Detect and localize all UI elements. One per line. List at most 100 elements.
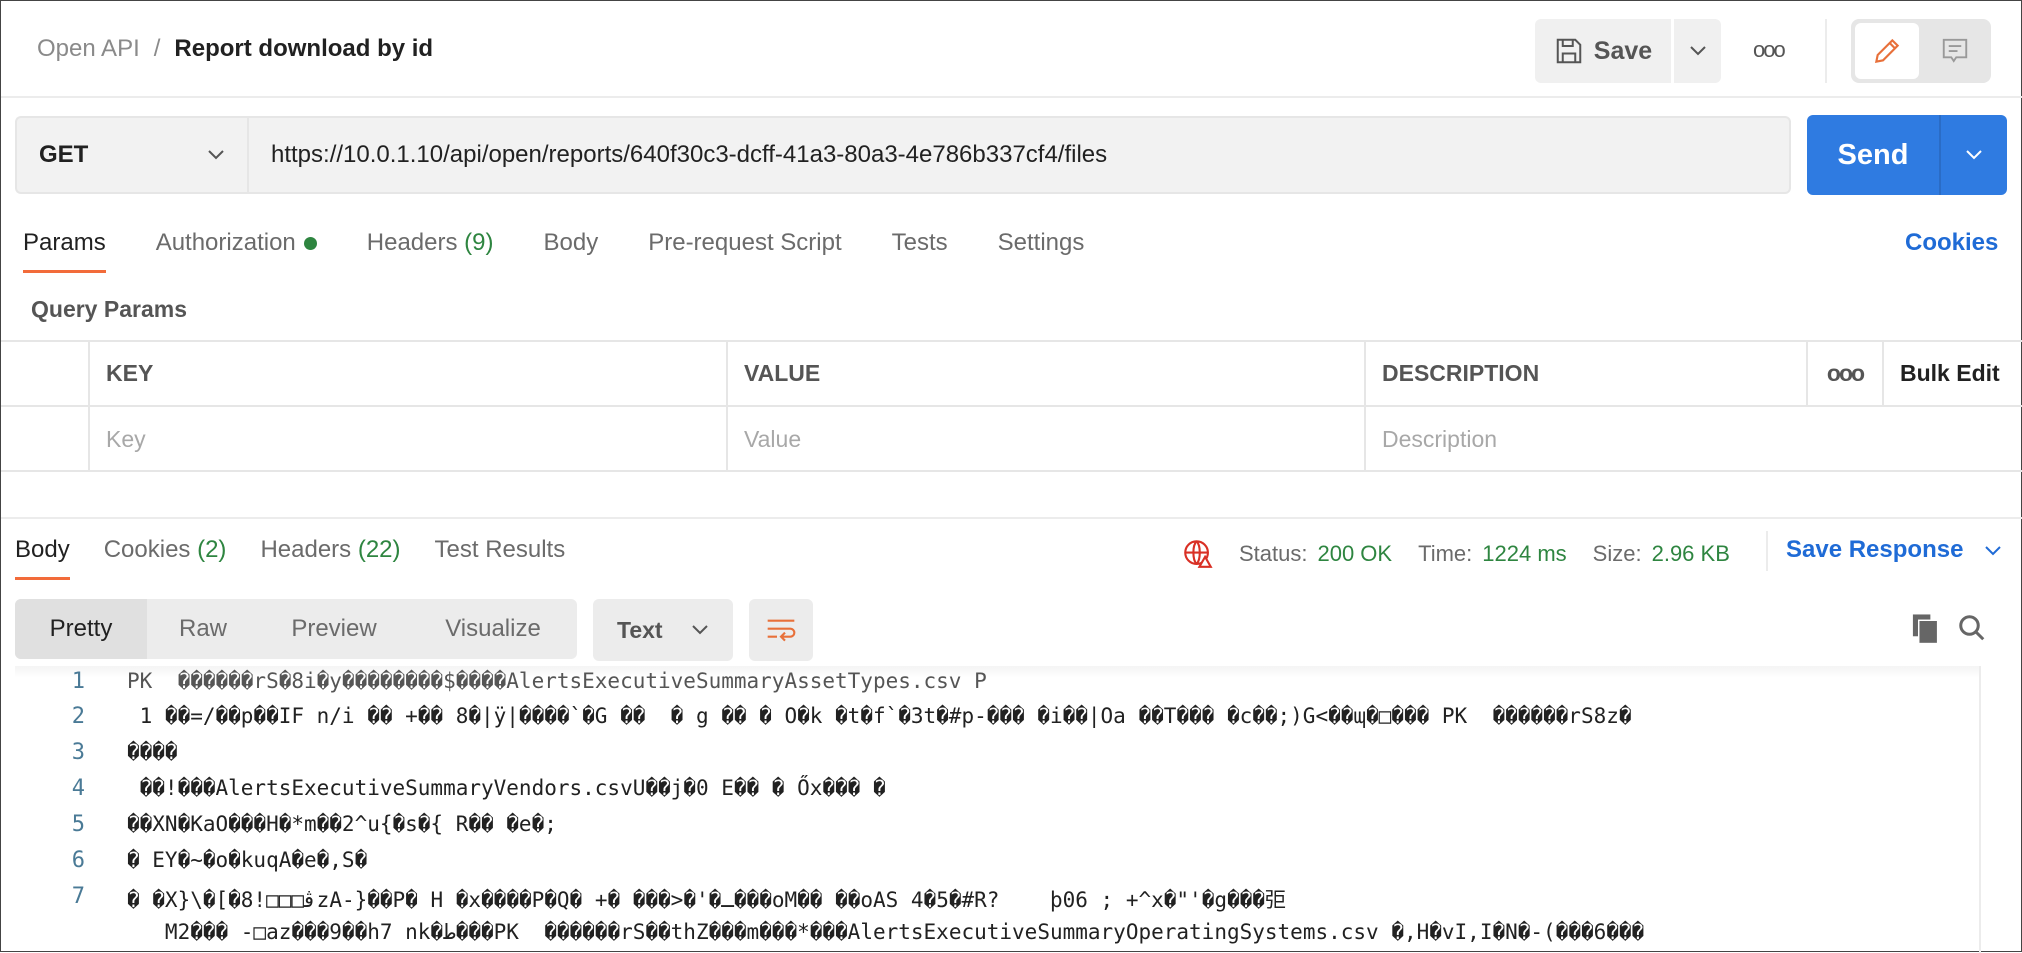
line-number: 7 [71,884,85,909]
view-pretty[interactable]: Pretty [15,599,147,659]
column-options-button[interactable]: ooo [1806,342,1882,405]
save-dropdown-button[interactable] [1674,19,1721,83]
request-tabs: Params Authorization Headers (9) Body Pr… [23,229,1134,273]
query-params-table: KEY VALUE DESCRIPTION ooo Bulk Edit Key … [1,340,2022,472]
chevron-down-icon [1985,546,2001,556]
tab-label: Cookies [103,536,191,563]
response-body-editor[interactable]: 1 PK ������rS�8i�y��������$����AlertsExec… [15,666,1979,953]
pencil-icon [1874,38,1900,64]
breadcrumb: Open API / Report download by id [37,35,433,63]
view-raw[interactable]: Raw [147,599,259,659]
view-mode-segmented-control: Pretty Raw Preview Visualize [15,599,577,659]
code-line: ���� [127,740,178,764]
response-status-bar: Status: 200 OK Time: 1224 ms Size: 2.96 KB [1181,537,1756,571]
key-input[interactable]: Key [88,407,726,472]
chevron-down-icon [1689,46,1706,56]
mode-toggle [1851,19,1991,83]
code-line: ��XN�KaO���H�*m��2^u{�s�{ R�� �e�; [127,812,557,836]
comment-icon [1942,38,1968,63]
line-number: 6 [71,848,85,873]
line-number: 2 [71,704,85,729]
search-button[interactable] [1957,613,1987,648]
description-input[interactable]: Description [1364,407,2022,472]
comments-button[interactable] [1923,23,1987,79]
column-key: KEY [88,342,726,405]
tab-body[interactable]: Body [544,229,599,273]
chevron-down-icon [692,625,708,635]
code-line: M2��� -□az���9��h7 nk�ﻁ���PK ������rS��t… [127,920,1645,944]
breadcrumb-parent[interactable]: Open API [37,35,140,62]
response-tab-cookies[interactable]: Cookies (2) [104,536,227,580]
save-response-label: Save Response [1786,536,1964,563]
divider [1766,531,1768,571]
save-label: Save [1593,36,1653,65]
code-line: � �X}\�[�8!□□□ﭬzA-}��P� H �x����P�Q� +� … [127,888,1286,912]
search-icon [1959,615,1985,641]
save-response-button[interactable]: Save Response [1786,536,2002,564]
breadcrumb-separator: / [153,35,161,62]
method-select[interactable]: GET [15,116,247,194]
tab-label: Headers [366,229,458,256]
column-value: VALUE [726,342,1364,405]
response-tab-test-results[interactable]: Test Results [435,536,566,580]
tab-count: (2) [197,536,227,563]
tab-count: (9) [464,229,494,256]
view-preview[interactable]: Preview [259,599,409,659]
size-value[interactable]: 2.96 KB [1652,541,1730,567]
tab-tests[interactable]: Tests [892,229,948,273]
copy-button[interactable] [1911,613,1941,650]
line-number: 1 [71,669,85,694]
copy-icon [1912,614,1939,645]
tab-pre-request-script[interactable]: Pre-request Script [648,229,841,273]
method-value: GET [39,141,89,168]
tab-settings[interactable]: Settings [998,229,1085,273]
response-tab-headers[interactable]: Headers (22) [260,536,400,580]
code-line: � EY�~�o�kuqA�e�,S� [127,848,368,872]
status-value[interactable]: 200 OK [1317,541,1392,567]
view-visualize[interactable]: Visualize [409,599,577,659]
tab-params[interactable]: Params [23,229,106,273]
code-line: ��!���AlertsExecutiveSummaryVendors.csvU… [127,776,886,800]
request-title[interactable]: Report download by id [174,35,433,62]
table-row: Key Value Description [1,407,2022,472]
send-button[interactable]: Send [1807,115,1941,195]
save-icon [1556,38,1582,64]
format-select[interactable]: Text [593,599,733,661]
status-label: Status: [1239,541,1308,566]
response-tabs: Body Cookies (2) Headers (22) Test Resul… [15,536,599,580]
line-number: 3 [71,740,85,765]
wrap-lines-icon [767,619,796,642]
value-input[interactable]: Value [726,407,1364,472]
tab-label: Headers [260,536,352,563]
edit-mode-button[interactable] [1855,23,1919,79]
format-value: Text [617,616,663,643]
save-button[interactable]: Save [1535,19,1671,83]
url-input[interactable]: https://10.0.1.10/api/open/reports/640f3… [247,116,1791,194]
cookies-link[interactable]: Cookies [1905,229,1998,257]
code-line: 1 ��=/��p��IF n/i �� +�� 8�|ÿ|����`�G ��… [127,704,1632,728]
tab-headers[interactable]: Headers (9) [367,229,494,273]
line-number: 5 [71,812,85,837]
code-line: PK ������rS�8i�y��������$����AlertsExecu… [127,669,987,693]
time-label: Time: [1418,541,1473,566]
wrap-lines-button[interactable] [749,599,813,661]
send-dropdown-button[interactable] [1941,115,2007,195]
query-params-title: Query Params [31,296,187,322]
size-label: Size: [1592,541,1642,566]
editor-scrollbar[interactable] [1979,666,1981,953]
send-button-group: Send [1807,115,2007,195]
line-number: 4 [71,776,85,801]
tab-count: (22) [357,536,401,563]
globe-warning-icon[interactable] [1181,537,1215,571]
more-options-button[interactable]: ooo [1753,37,1786,63]
response-tab-body[interactable]: Body [15,536,70,580]
response-divider[interactable] [1,517,2022,519]
tab-label: Authorization [155,229,296,256]
divider [1825,19,1827,83]
tab-authorization[interactable]: Authorization [156,229,317,273]
table-header-row: KEY VALUE DESCRIPTION ooo Bulk Edit [1,342,2022,407]
time-value[interactable]: 1224 ms [1482,541,1566,567]
bulk-edit-button[interactable]: Bulk Edit [1882,342,2022,405]
chevron-down-icon [208,150,224,160]
chevron-down-icon [1966,150,1982,160]
